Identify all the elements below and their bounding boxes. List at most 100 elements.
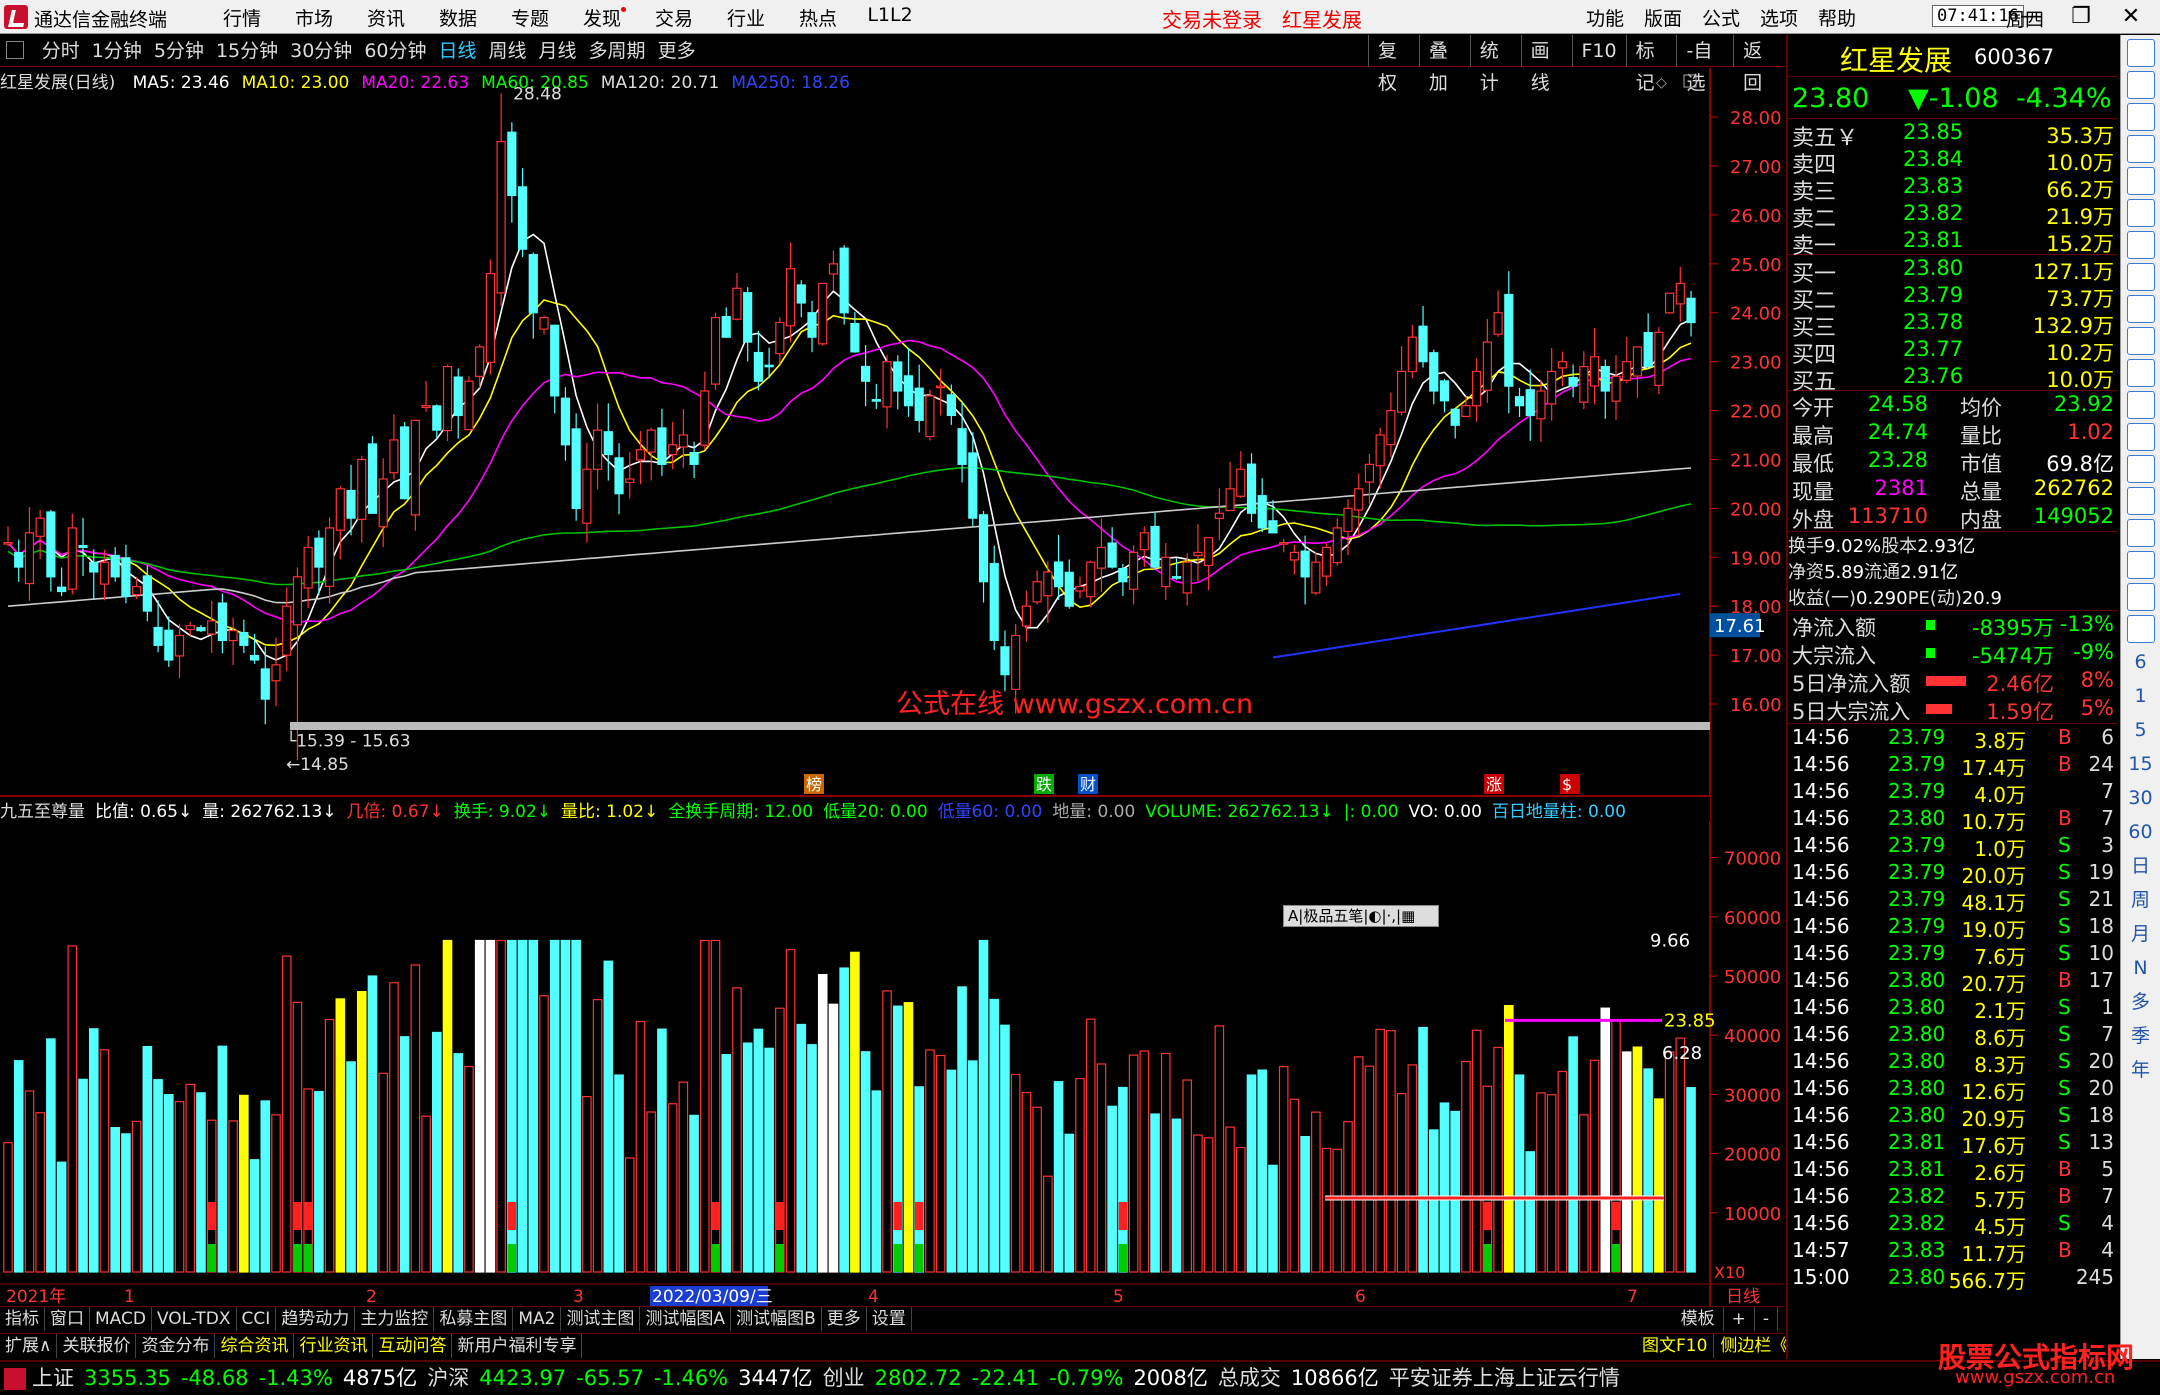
ask-row[interactable]: 卖三 23.83 66.2万	[1788, 173, 2118, 205]
info-tab[interactable]: 互动问答	[373, 1334, 453, 1358]
right-menu-item[interactable]: 版面	[1634, 4, 1692, 31]
template-button[interactable]: -	[1755, 1307, 1778, 1331]
kline-chart[interactable]: 28.00 27.00 26.00 25.00 24.00 23.00 22.00 21.00…	[0, 68, 1784, 1306]
rsi-icon[interactable]	[2126, 487, 2155, 515]
chart-icon[interactable]	[2126, 199, 2155, 227]
info-tab[interactable]: 行业资讯	[294, 1334, 374, 1358]
period-tab[interactable]: 分时	[42, 35, 80, 67]
side-period-button[interactable]: 5	[2127, 715, 2155, 745]
menu-item[interactable]: 行情	[206, 4, 278, 31]
side-period-button[interactable]: 多	[2127, 987, 2155, 1017]
tool-button[interactable]: F10	[1571, 35, 1626, 67]
diamond-icon[interactable]: ◇	[1656, 75, 1667, 91]
list-icon[interactable]	[2126, 263, 2155, 291]
indicator-tab[interactable]: 测试幅图B	[731, 1307, 822, 1331]
indicator-tab[interactable]: 指标	[0, 1307, 45, 1331]
menu-item[interactable]: L1L2	[854, 4, 926, 31]
period-tab[interactable]: 1分钟	[92, 35, 142, 67]
window-icon[interactable]	[1683, 74, 1697, 88]
info-tab[interactable]: 资金分布	[136, 1334, 216, 1358]
side-period-button[interactable]: 年	[2127, 1055, 2155, 1085]
side-period-button[interactable]: 月	[2127, 919, 2155, 949]
refresh-icon[interactable]	[2126, 423, 2155, 451]
pen-icon[interactable]	[2126, 583, 2155, 611]
period-tab[interactable]: 周线	[489, 35, 527, 67]
info-tab[interactable]: 综合资讯	[215, 1334, 295, 1358]
menu-item[interactable]: 专题	[494, 4, 566, 31]
menu-item[interactable]: 资讯	[350, 4, 422, 31]
indicator-tab[interactable]: 设置	[867, 1307, 912, 1331]
layout-toggle-icon[interactable]	[6, 41, 24, 59]
indicator-tab[interactable]: 测试主图	[561, 1307, 641, 1331]
right-menu-item[interactable]: 公式	[1692, 4, 1750, 31]
doc-icon[interactable]	[2126, 327, 2155, 355]
period-tab[interactable]: 更多	[658, 35, 696, 67]
template-button[interactable]: 模板	[1673, 1307, 1724, 1331]
f10-icon[interactable]	[2126, 295, 2155, 323]
tool-button[interactable]: -自选	[1676, 35, 1733, 94]
indicator-tab[interactable]: VOL-TDX	[152, 1307, 237, 1331]
tool-button[interactable]: 标记	[1625, 35, 1677, 94]
menu-item[interactable]: 热点	[782, 4, 854, 31]
tool-button[interactable]: 复权	[1368, 35, 1419, 94]
period-tab[interactable]: 60分钟	[364, 35, 426, 67]
menu-item[interactable]: 市场	[278, 4, 350, 31]
bid-row[interactable]: 买五 23.76 10.0万	[1788, 363, 2118, 395]
news-icon[interactable]	[2126, 103, 2155, 131]
right-menu-item[interactable]: 帮助	[1808, 4, 1866, 31]
period-tab[interactable]: 30分钟	[290, 35, 352, 67]
candles-icon[interactable]	[2126, 231, 2155, 259]
info-tab[interactable]: 关联报价	[57, 1334, 137, 1358]
side-period-button[interactable]: 日	[2127, 851, 2155, 881]
login-status[interactable]: 交易未登录	[1162, 4, 1262, 33]
menu-item[interactable]: 数据	[422, 4, 494, 31]
indicator-tab[interactable]: 窗口	[45, 1307, 90, 1331]
arrow-down-icon[interactable]	[2126, 71, 2155, 99]
close-button[interactable]: ✕	[2114, 2, 2148, 32]
grid-icon[interactable]	[2126, 167, 2155, 195]
fs-icon[interactable]	[2126, 359, 2155, 387]
tool-button[interactable]: 返回	[1733, 35, 1784, 94]
bid-row[interactable]: 买二 23.79 73.7万	[1788, 282, 2118, 314]
fs2-icon[interactable]	[2126, 615, 2155, 643]
indicator-tab[interactable]: 私募主图	[434, 1307, 514, 1331]
info-tab[interactable]: 新用户福利专享	[452, 1334, 583, 1358]
bars-icon[interactable]	[2126, 455, 2155, 483]
ask-row[interactable]: 卖五￥ 23.85 35.3万	[1788, 119, 2118, 151]
menu-item[interactable]: 行业	[710, 4, 782, 31]
side-period-button[interactable]: 60	[2127, 817, 2155, 847]
right-panel-tab[interactable]: 侧边栏《	[1714, 1334, 1796, 1358]
bid-row[interactable]: 买一 23.80 127.1万	[1788, 255, 2118, 287]
tool-button[interactable]: 统计	[1469, 35, 1521, 94]
tool-button[interactable]: 画线	[1520, 35, 1572, 94]
side-period-button[interactable]: 周	[2127, 885, 2155, 915]
ask-row[interactable]: 卖一 23.81 15.2万	[1788, 227, 2118, 259]
tool-button[interactable]: 叠加	[1418, 35, 1470, 94]
period-tab[interactable]: 15分钟	[216, 35, 278, 67]
side-period-button[interactable]: 6	[2127, 647, 2155, 677]
indicator-tab[interactable]: 更多	[822, 1307, 867, 1331]
period-tab[interactable]: 5分钟	[154, 35, 204, 67]
indicator-tab[interactable]: MA2	[513, 1307, 562, 1331]
period-tab[interactable]: 多周期	[589, 35, 646, 67]
right-menu-item[interactable]: 选项	[1750, 4, 1808, 31]
side-period-button[interactable]: 30	[2127, 783, 2155, 813]
period-tab[interactable]: 月线	[539, 35, 577, 67]
side-period-button[interactable]: 15	[2127, 749, 2155, 779]
menu-item[interactable]: 发现	[566, 4, 638, 31]
event-mark[interactable]: $	[1562, 775, 1572, 794]
ime-popup[interactable]: A|极品五笔|◐|·,|▦	[1283, 905, 1439, 927]
indicator-tab[interactable]: MACD	[90, 1307, 152, 1331]
search-icon[interactable]	[2126, 391, 2155, 419]
template-button[interactable]: +	[1724, 1307, 1755, 1331]
indicator-tab[interactable]: CCI	[237, 1307, 277, 1331]
ask-row[interactable]: 卖二 23.82 21.9万	[1788, 200, 2118, 232]
move-icon[interactable]	[2126, 551, 2155, 579]
indicator-tab[interactable]: 测试幅图A	[640, 1307, 732, 1331]
restore-button[interactable]: ❐	[2064, 2, 2098, 32]
table-icon[interactable]	[2126, 135, 2155, 163]
bid-row[interactable]: 买四 23.77 10.2万	[1788, 336, 2118, 368]
info-tab[interactable]: 扩展∧	[0, 1334, 58, 1358]
event-mark[interactable]: 涨	[1486, 775, 1502, 794]
side-period-button[interactable]: 1	[2127, 681, 2155, 711]
